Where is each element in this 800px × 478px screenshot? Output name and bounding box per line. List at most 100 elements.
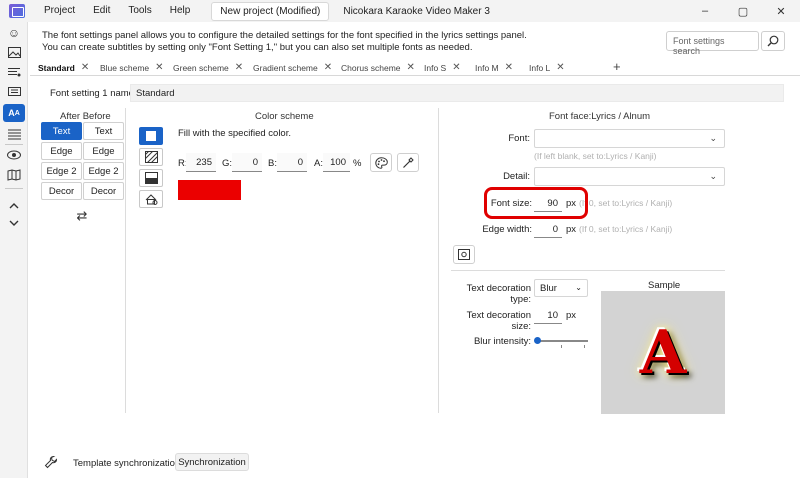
eyedropper-button[interactable] — [397, 153, 419, 172]
after-decor-button[interactable]: Decor — [41, 182, 82, 200]
tab-label: Standard — [38, 62, 75, 73]
close-icon[interactable]: ✕ — [324, 62, 332, 73]
detail-select[interactable]: ⌄ — [534, 167, 725, 186]
menu-project[interactable]: Project — [35, 0, 84, 22]
close-icon[interactable]: ✕ — [235, 62, 243, 73]
tab-bar: Standard ✕ Blue scheme ✕ Green scheme ✕ Gra… — [30, 59, 800, 76]
blur-slider-thumb[interactable] — [534, 337, 541, 344]
map-icon[interactable] — [3, 166, 25, 184]
tab-info-m[interactable]: Info M ✕ — [475, 59, 513, 76]
after-before-title: After Before — [60, 111, 111, 122]
menu-tools[interactable]: Tools — [119, 0, 160, 22]
app-logo-icon — [9, 4, 25, 18]
after-edge-button[interactable]: Edge — [41, 142, 82, 160]
font-settings-icon[interactable]: AA — [3, 104, 25, 122]
decoration-size-input[interactable]: 10 — [534, 306, 562, 324]
tab-green-scheme[interactable]: Green scheme ✕ — [173, 59, 243, 76]
smiley-icon[interactable]: ☺ — [3, 24, 25, 42]
before-decor-button[interactable]: Decor — [83, 182, 124, 200]
close-icon[interactable]: ✕ — [155, 62, 163, 73]
slider-tick — [584, 345, 585, 348]
font-hint: (If left blank, set to:Lyrics / Kanji) — [534, 151, 657, 161]
tab-label: Chorus scheme — [341, 62, 401, 73]
chevron-down-icon[interactable] — [3, 214, 25, 232]
close-icon[interactable]: ✕ — [556, 62, 564, 73]
g-label: G: — [222, 158, 233, 169]
tab-gradient-scheme[interactable]: Gradient scheme ✕ — [253, 59, 332, 76]
gradient-fill-button[interactable] — [139, 169, 163, 187]
chevron-up-icon[interactable] — [3, 196, 25, 214]
a-label: A: — [314, 158, 323, 169]
sample-glyph: A — [639, 317, 687, 388]
font-preview-button[interactable] — [453, 245, 475, 264]
add-tab-button[interactable]: + — [613, 59, 621, 74]
sample-preview: A — [601, 291, 725, 414]
eye-icon[interactable] — [3, 146, 25, 164]
pattern-fill-button[interactable] — [139, 148, 163, 166]
tab-info-l[interactable]: Info L ✕ — [529, 59, 565, 76]
gradient-fill-icon — [144, 172, 158, 184]
a-input[interactable]: 100 — [323, 153, 350, 172]
sample-title: Sample — [648, 280, 681, 291]
search-button[interactable] — [761, 31, 785, 51]
close-icon[interactable]: ✕ — [505, 62, 513, 73]
minimize-button[interactable]: – — [686, 0, 724, 22]
font-select[interactable]: ⌄ — [534, 129, 725, 148]
close-button[interactable]: ✕ — [762, 0, 800, 22]
preview-icon — [458, 249, 470, 260]
info-line-2: You can create subtitles by setting only… — [42, 42, 473, 53]
before-text-button[interactable]: Text — [83, 122, 124, 140]
comment-icon[interactable] — [3, 83, 25, 101]
g-input[interactable]: 0 — [232, 153, 262, 172]
toolbar-divider — [5, 188, 23, 189]
search-input[interactable]: Font settings search — [666, 31, 759, 56]
maximize-button[interactable]: ▢ — [724, 0, 762, 22]
font-size-highlight — [484, 187, 588, 219]
menu-edit[interactable]: Edit — [84, 0, 119, 22]
tab-standard[interactable]: Standard ✕ — [38, 59, 89, 76]
swap-icon[interactable]: ⇄ — [74, 209, 90, 222]
edge-width-input[interactable]: 0 — [534, 220, 562, 238]
image-icon[interactable] — [3, 43, 25, 61]
app-title: Nicokara Karaoke Video Maker 3 — [343, 5, 490, 17]
palette-button[interactable] — [370, 153, 392, 172]
title-bar: Project Edit Tools Help New project (Mod… — [0, 0, 800, 22]
menu-help[interactable]: Help — [161, 0, 200, 22]
synchronization-button[interactable]: Synchronization — [175, 453, 249, 471]
solid-fill-button[interactable] — [139, 127, 163, 145]
chevron-down-icon: ⌄ — [575, 283, 582, 292]
b-input[interactable]: 0 — [277, 153, 307, 172]
font-face-title: Font face:Lyrics / Alnum — [549, 111, 651, 122]
tab-label: Info M — [475, 62, 499, 73]
after-edge2-button[interactable]: Edge 2 — [41, 162, 82, 180]
panel-divider — [438, 108, 439, 413]
edge-width-unit: px — [566, 224, 577, 235]
tab-chorus-scheme[interactable]: Chorus scheme ✕ — [341, 59, 415, 76]
edge-width-hint: (If 0, set to:Lyrics / Kanji) — [579, 224, 673, 234]
close-icon[interactable]: ✕ — [407, 62, 415, 73]
decoration-size-unit: px — [566, 310, 577, 321]
blur-intensity-label: Blur intensity: — [473, 336, 531, 347]
after-text-button[interactable]: Text — [41, 122, 82, 140]
decoration-type-label: Text decoration type: — [466, 283, 531, 305]
document-title: New project (Modified) — [211, 1, 330, 21]
before-edge-button[interactable]: Edge — [83, 142, 124, 160]
align-icon[interactable] — [3, 125, 25, 143]
font-setting-name-input[interactable]: Standard — [130, 84, 784, 102]
tab-label: Info L — [529, 62, 551, 73]
color-swatch[interactable] — [178, 180, 241, 200]
font-setting-name-label: Font setting 1 name: — [50, 88, 137, 99]
eyedropper-icon — [403, 156, 414, 168]
decoration-type-select[interactable]: Blur ⌄ — [534, 279, 588, 297]
r-input[interactable]: 235 — [186, 153, 216, 172]
close-icon[interactable]: ✕ — [452, 62, 460, 73]
lyrics-list-icon[interactable] — [3, 63, 25, 81]
blur-slider-track[interactable] — [538, 340, 588, 342]
tab-blue-scheme[interactable]: Blue scheme ✕ — [100, 59, 164, 76]
pattern-fill-icon — [144, 151, 158, 163]
before-edge2-button[interactable]: Edge 2 — [83, 162, 124, 180]
tab-info-s[interactable]: Info S ✕ — [424, 59, 461, 76]
close-icon[interactable]: ✕ — [81, 62, 89, 73]
image-fill-button[interactable] — [139, 190, 163, 208]
b-label: B: — [268, 158, 277, 169]
